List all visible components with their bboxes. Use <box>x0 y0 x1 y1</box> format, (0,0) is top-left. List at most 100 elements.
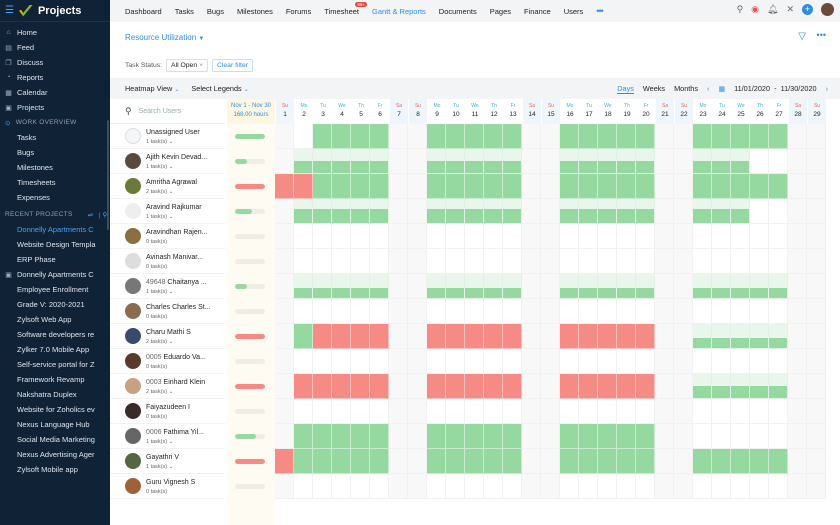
heatmap-cell[interactable] <box>522 449 541 474</box>
heatmap-cell[interactable] <box>370 449 389 474</box>
task-count[interactable]: 1 task(s) ⌄ <box>146 464 173 470</box>
heatmap-cell[interactable] <box>313 149 332 174</box>
heatmap-cell[interactable] <box>807 149 826 174</box>
heatmap-cell[interactable] <box>446 349 465 374</box>
heatmap-cell[interactable] <box>275 399 294 424</box>
clear-filter-button[interactable]: Clear filter <box>211 59 253 72</box>
heatmap-cell[interactable] <box>617 374 636 399</box>
heatmap-cell[interactable] <box>731 324 750 349</box>
recent-project-item[interactable]: Zylsoft Web App <box>0 312 110 327</box>
user-row[interactable]: 0005 Eduardo Va... 0 task(s) <box>110 349 225 374</box>
heatmap-cell[interactable] <box>484 374 503 399</box>
sidebar-item-feed[interactable]: ▤ Feed <box>0 40 110 55</box>
heatmap-cell[interactable] <box>674 449 693 474</box>
heatmap-cell[interactable] <box>750 149 769 174</box>
heatmap-cell[interactable] <box>332 149 351 174</box>
heatmap-cell[interactable] <box>636 249 655 274</box>
heatmap-cell[interactable] <box>389 299 408 324</box>
heatmap-cell[interactable] <box>617 449 636 474</box>
heatmap-cell[interactable] <box>788 449 807 474</box>
filter-settings-icon[interactable]: ⇌ <box>88 211 94 219</box>
heatmap-cell[interactable] <box>446 449 465 474</box>
heatmap-cell[interactable] <box>712 274 731 299</box>
heatmap-cell[interactable] <box>560 199 579 224</box>
heatmap-cell[interactable] <box>522 474 541 499</box>
heatmap-cell[interactable] <box>655 424 674 449</box>
heatmap-cell[interactable] <box>484 149 503 174</box>
task-count[interactable]: 2 task(s) ⌄ <box>146 339 173 345</box>
recent-project-item[interactable]: Grade V: 2020-2021 <box>0 297 110 312</box>
heatmap-cell[interactable] <box>693 474 712 499</box>
nav-bugs[interactable]: Bugs <box>207 7 224 16</box>
heatmap-cell[interactable] <box>522 299 541 324</box>
heatmap-cell[interactable] <box>636 199 655 224</box>
heatmap-cell[interactable] <box>484 349 503 374</box>
heatmap-cell[interactable] <box>446 299 465 324</box>
user-row[interactable]: Guru Vignesh S 0 task(s) <box>110 474 225 499</box>
heatmap-cell[interactable] <box>294 374 313 399</box>
heatmap-cell[interactable] <box>769 124 788 149</box>
heatmap-cell[interactable] <box>731 299 750 324</box>
user-row[interactable]: Charu Mathi S 2 task(s) ⌄ <box>110 324 225 349</box>
heatmap-cell[interactable] <box>275 349 294 374</box>
heatmap-cell[interactable] <box>807 424 826 449</box>
heatmap-cell[interactable] <box>712 124 731 149</box>
heatmap-cell[interactable] <box>769 299 788 324</box>
heatmap-cell[interactable] <box>522 324 541 349</box>
heatmap-cell[interactable] <box>750 199 769 224</box>
heatmap-cell[interactable] <box>712 449 731 474</box>
heatmap-cell[interactable] <box>408 399 427 424</box>
heatmap-cell[interactable] <box>674 374 693 399</box>
heatmap-cell[interactable] <box>446 174 465 199</box>
task-count[interactable]: 0 task(s) <box>146 364 167 370</box>
heatmap-cell[interactable] <box>332 399 351 424</box>
heatmap-cell[interactable] <box>769 149 788 174</box>
heatmap-cell[interactable] <box>294 299 313 324</box>
heatmap-cell[interactable] <box>598 174 617 199</box>
heatmap-cell[interactable] <box>712 349 731 374</box>
heatmap-cell[interactable] <box>674 199 693 224</box>
heatmap-cell[interactable] <box>636 149 655 174</box>
heatmap-cell[interactable] <box>788 149 807 174</box>
more-options-icon[interactable]: ••• <box>817 30 826 40</box>
heatmap-cell[interactable] <box>408 324 427 349</box>
heatmap-cell[interactable] <box>427 124 446 149</box>
heatmap-cell[interactable] <box>275 199 294 224</box>
heatmap-cell[interactable] <box>598 124 617 149</box>
heatmap-cell[interactable] <box>674 149 693 174</box>
heatmap-cell[interactable] <box>560 349 579 374</box>
heatmap-cell[interactable] <box>351 474 370 499</box>
heatmap-cell[interactable] <box>446 124 465 149</box>
user-row[interactable]: Unassigned User 1 task(s) ⌄ <box>110 124 225 149</box>
heatmap-cell[interactable] <box>617 199 636 224</box>
heatmap-cell[interactable] <box>541 349 560 374</box>
heatmap-cell[interactable] <box>351 324 370 349</box>
heatmap-cell[interactable] <box>465 424 484 449</box>
heatmap-cell[interactable] <box>408 374 427 399</box>
more-nav-icon[interactable]: ••• <box>596 6 604 16</box>
heatmap-cell[interactable] <box>351 274 370 299</box>
heatmap-cell[interactable] <box>275 449 294 474</box>
heatmap-cell[interactable] <box>788 399 807 424</box>
user-row[interactable]: Aravindhan Rajen... 0 task(s) <box>110 224 225 249</box>
heatmap-cell[interactable] <box>332 374 351 399</box>
heatmap-cell[interactable] <box>579 324 598 349</box>
heatmap-cell[interactable] <box>313 374 332 399</box>
search-users-input[interactable]: ⚲ Search Users <box>110 99 225 124</box>
recent-project-item[interactable]: Donnelly Apartments C <box>0 222 110 237</box>
heatmap-cell[interactable] <box>427 299 446 324</box>
heatmap-cell[interactable] <box>693 224 712 249</box>
heatmap-cell[interactable] <box>579 399 598 424</box>
heatmap-cell[interactable] <box>389 149 408 174</box>
heatmap-cell[interactable] <box>294 349 313 374</box>
heatmap-cell[interactable] <box>332 349 351 374</box>
nav-tasks[interactable]: Tasks <box>175 7 194 16</box>
heatmap-cell[interactable] <box>712 474 731 499</box>
heatmap-cell[interactable] <box>275 224 294 249</box>
heatmap-cell[interactable] <box>484 324 503 349</box>
heatmap-cell[interactable] <box>655 249 674 274</box>
heatmap-cell[interactable] <box>655 199 674 224</box>
heatmap-cell[interactable] <box>332 274 351 299</box>
heatmap-cell[interactable] <box>332 224 351 249</box>
recent-project-item[interactable]: Employee Enrollment <box>0 282 110 297</box>
